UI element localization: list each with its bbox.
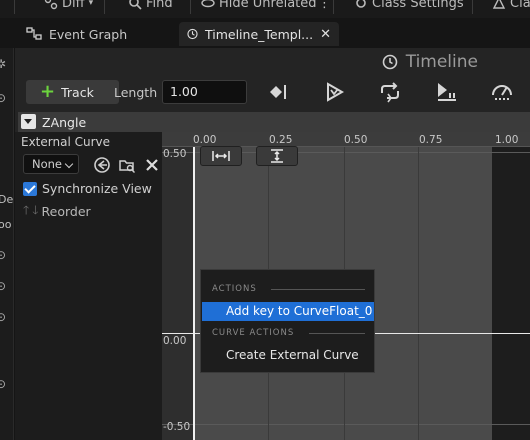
panel-label-fragment: oo — [0, 218, 12, 231]
search-icon — [129, 0, 142, 10]
y-tick-label: -0.50 — [163, 421, 191, 433]
autoplay-icon[interactable] — [323, 81, 347, 103]
event-graph-icon — [26, 27, 42, 40]
chevron-down-icon: ▾ — [88, 0, 94, 8]
class-settings-label: Class Settings — [372, 0, 464, 11]
toolbar-separator — [14, 0, 15, 14]
grid-line — [162, 424, 530, 425]
add-icon[interactable]: ⊙ — [0, 248, 12, 264]
zoom-to-fit-horizontal-button[interactable] — [200, 146, 242, 166]
zoom-to-fit-vertical-button[interactable] — [256, 146, 298, 166]
hide-unrelated-button[interactable]: Hide Unrelated — [201, 0, 317, 13]
synchronize-view-option[interactable]: Synchronize View — [23, 181, 152, 196]
grid-line — [418, 132, 419, 440]
reorder-control[interactable]: 🡑 🡓 Reorder — [23, 201, 91, 222]
synchronize-view-checkbox[interactable] — [23, 181, 37, 196]
add-key-menu-item[interactable]: Add key to CurveFloat_0 — [202, 302, 374, 321]
fit-vertical-icon — [271, 149, 283, 163]
add-icon[interactable]: ⊙ — [0, 310, 12, 326]
add-icon[interactable]: ⊙ — [0, 91, 12, 107]
ignore-time-dilation-icon[interactable] — [490, 81, 514, 103]
diff-label: Diff — [62, 0, 85, 11]
replicated-icon[interactable] — [435, 81, 459, 103]
synchronize-view-label: Synchronize View — [42, 181, 152, 196]
toolbar-separator — [333, 0, 334, 14]
panel-label-fragment: De — [0, 193, 14, 206]
add-track-label: Track — [61, 84, 94, 100]
y-tick-label: 0.50 — [163, 148, 187, 160]
diff-icon — [44, 0, 58, 10]
length-label: Length — [114, 85, 158, 100]
arrow-up-icon[interactable]: 🡑 — [23, 201, 29, 222]
top-toolbar: Diff ▾ Find Hide Unrelated ⋮ Class Setti… — [0, 0, 530, 18]
track-header[interactable]: ZAngle — [18, 112, 530, 132]
class-defaults-button[interactable]: Clas — [492, 0, 530, 13]
gear-icon — [356, 0, 366, 8]
panel-title-text: Timeline — [405, 52, 478, 72]
collapse-icon[interactable] — [21, 114, 36, 129]
create-external-curve-menu-item[interactable]: Create External Curve — [202, 346, 374, 365]
arrow-down-icon[interactable]: 🡓 — [32, 201, 38, 222]
length-input[interactable]: 1.00 — [162, 80, 247, 104]
tab-timeline-template[interactable]: Timeline_Templ... ✕ — [179, 22, 339, 46]
add-icon[interactable]: ⊙ — [0, 279, 12, 295]
toolbar-separator — [104, 0, 105, 14]
timeline-toolbar: + Track Length 1.00 — [15, 76, 530, 108]
class-defaults-label: Clas — [510, 0, 530, 11]
fit-horizontal-icon — [212, 151, 230, 161]
external-curve-label: External Curve — [21, 135, 111, 149]
menu-section-curve-actions: CURVE ACTIONS — [212, 328, 295, 338]
x-tick-label: 0.75 — [419, 134, 443, 146]
x-tick-label: 0.00 — [193, 134, 217, 146]
class-defaults-icon — [492, 0, 506, 9]
left-edge-panel: ✲ ⊙ De oo ⊙ ⊙ ⊙ ⊙ — [0, 48, 14, 440]
document-tab-bar: Event Graph Timeline_Templ... ✕ — [0, 18, 530, 48]
browse-folder-icon[interactable] — [118, 156, 136, 174]
more-options-button[interactable]: ⋮ — [318, 0, 331, 13]
timeline-panel: Timeline + Track Length 1.00 ZAngle Exte… — [15, 48, 530, 440]
find-label: Find — [146, 0, 173, 11]
x-tick-label: 1.00 — [495, 134, 519, 146]
more-vertical-icon: ⋮ — [318, 0, 331, 11]
hide-icon — [201, 0, 215, 8]
context-menu: ACTIONS Add key to CurveFloat_0 CURVE AC… — [200, 269, 375, 373]
menu-section-actions: ACTIONS — [212, 284, 257, 294]
add-icon[interactable]: ⊙ — [0, 377, 12, 393]
plus-icon: + — [40, 81, 56, 102]
diff-button[interactable]: Diff ▾ — [44, 0, 93, 13]
use-selected-asset-icon[interactable] — [93, 156, 111, 174]
hide-unrelated-label: Hide Unrelated — [219, 0, 317, 11]
reorder-label: Reorder — [41, 204, 91, 219]
add-track-button[interactable]: + Track — [26, 80, 119, 104]
class-settings-button[interactable]: Class Settings — [354, 0, 464, 13]
x-tick-label: 0.50 — [344, 134, 368, 146]
tab-event-graph[interactable]: Event Graph — [18, 22, 166, 46]
menu-divider — [309, 333, 365, 334]
gear-icon[interactable]: ✲ — [0, 57, 12, 73]
y-tick-label: 0.00 — [163, 335, 187, 347]
track-name: ZAngle — [42, 115, 87, 130]
time-ruler[interactable]: 0.00 0.25 0.50 0.75 1.00 — [162, 132, 530, 147]
tab-label: Event Graph — [49, 26, 128, 42]
clear-icon[interactable] — [143, 156, 161, 174]
close-icon[interactable]: ✕ — [320, 27, 331, 42]
curve-asset-value: None — [32, 157, 63, 171]
menu-divider — [271, 289, 365, 290]
tab-label: Timeline_Templ... — [204, 26, 314, 42]
last-keyframe-icon[interactable] — [266, 81, 290, 103]
clock-icon — [382, 54, 398, 70]
curve-asset-dropdown[interactable]: None — [23, 154, 79, 174]
out-of-range-area — [492, 132, 530, 440]
panel-title: Timeline — [382, 52, 478, 72]
toolbar-separator — [190, 0, 191, 14]
track-properties: External Curve None Synchronize View 🡑 🡓… — [15, 132, 162, 440]
x-tick-label: 0.25 — [269, 134, 293, 146]
toolbar-separator — [472, 0, 473, 14]
find-button[interactable]: Find — [128, 0, 173, 13]
chevron-down-icon — [64, 159, 74, 169]
loop-icon[interactable] — [378, 81, 402, 103]
playhead[interactable] — [193, 132, 195, 440]
clock-icon — [187, 28, 198, 40]
